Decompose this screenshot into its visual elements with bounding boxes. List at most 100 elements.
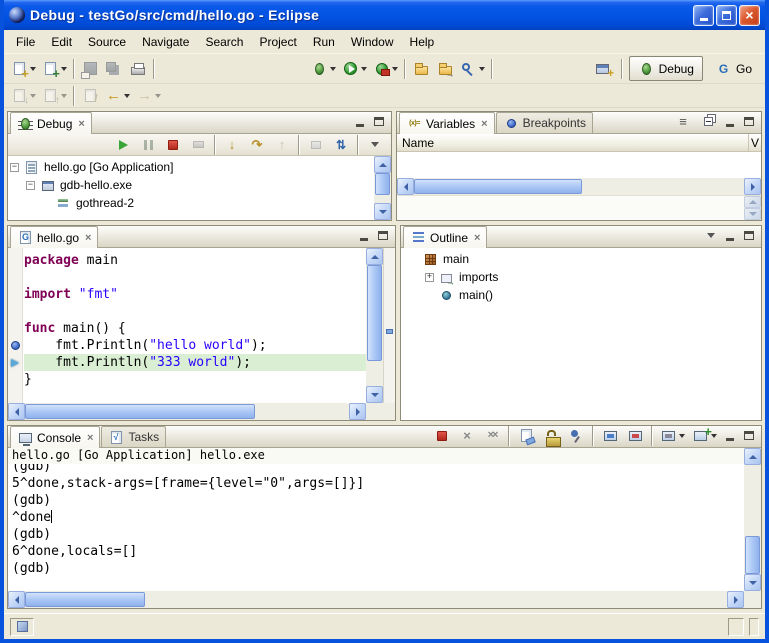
scroll-up-button[interactable] — [366, 248, 383, 265]
menu-search[interactable]: Search — [197, 32, 251, 52]
tree-item[interactable]: −hello.go [Go Application] — [8, 158, 374, 176]
minimize-view-button[interactable] — [351, 114, 369, 130]
import-button[interactable] — [409, 57, 433, 81]
dropdown-arrow-icon[interactable] — [30, 94, 36, 98]
dropdown-arrow-icon[interactable] — [61, 94, 67, 98]
menu-navigate[interactable]: Navigate — [134, 32, 197, 52]
step-into-button[interactable] — [220, 133, 244, 157]
scrollbar-thumb[interactable] — [25, 404, 255, 419]
variables-detail-pane[interactable] — [397, 195, 761, 220]
tab-breakpoints[interactable]: Breakpoints — [496, 112, 593, 133]
display-selected-console-button[interactable] — [657, 425, 688, 448]
scroll-right-button[interactable] — [727, 591, 744, 608]
detail-scrollbar[interactable] — [744, 196, 761, 220]
fast-view-pane[interactable] — [10, 618, 34, 636]
tree-item[interactable]: gothread-2 — [8, 194, 374, 212]
overview-ruler[interactable] — [383, 248, 395, 403]
terminate-button[interactable] — [430, 425, 454, 448]
print-button[interactable] — [126, 57, 150, 81]
perspective-button-go[interactable]: Go — [706, 56, 761, 81]
show-type-names-button[interactable] — [671, 111, 695, 134]
variables-tree-area[interactable] — [397, 152, 761, 178]
breakpoint-marker[interactable] — [386, 329, 393, 334]
close-icon[interactable]: × — [481, 118, 487, 130]
show-stderr-button[interactable] — [623, 425, 647, 448]
menu-project[interactable]: Project — [251, 32, 304, 52]
maximize-view-button[interactable] — [370, 114, 388, 130]
tree-item[interactable]: +imports — [407, 268, 761, 286]
view-menu-button[interactable] — [702, 228, 720, 244]
tree-item[interactable]: main — [407, 250, 761, 268]
tab-debug[interactable]: Debug × — [10, 112, 92, 134]
breakpoint-icon[interactable] — [11, 341, 20, 350]
scroll-down-button[interactable] — [374, 203, 391, 220]
dropdown-arrow-icon[interactable] — [330, 67, 336, 71]
maximize-view-button[interactable] — [740, 228, 758, 244]
tree-item[interactable]: main() — [407, 286, 761, 304]
close-icon[interactable]: × — [85, 232, 91, 244]
tree-item[interactable]: −gdb-hello.exe — [8, 176, 374, 194]
minimize-view-button[interactable] — [721, 114, 739, 130]
console-h-scrollbar[interactable] — [8, 591, 744, 608]
use-step-filters-button[interactable] — [329, 133, 353, 157]
pin-console-button[interactable] — [564, 425, 588, 448]
scroll-down-button[interactable] — [744, 208, 761, 220]
dropdown-arrow-icon[interactable] — [30, 67, 36, 71]
scroll-left-button[interactable] — [8, 403, 25, 420]
dropdown-arrow-icon[interactable] — [61, 67, 67, 71]
view-menu-button[interactable] — [363, 133, 387, 157]
remove-all-launches-button[interactable] — [480, 425, 504, 448]
collapse-icon[interactable]: − — [10, 163, 19, 172]
dropdown-arrow-icon[interactable] — [479, 67, 485, 71]
menu-help[interactable]: Help — [402, 32, 443, 52]
collapse-icon[interactable]: − — [26, 181, 35, 190]
open-console-button[interactable] — [689, 425, 720, 448]
dropdown-arrow-icon[interactable] — [124, 94, 130, 98]
export-button[interactable] — [433, 57, 457, 81]
console-output[interactable]: (gdb)5^done,stack-args=[frame={level="0"… — [8, 464, 744, 591]
tab-outline[interactable]: Outline × — [403, 226, 487, 248]
show-stdout-button[interactable] — [598, 425, 622, 448]
menu-window[interactable]: Window — [343, 32, 402, 52]
scroll-lock-button[interactable] — [539, 425, 563, 448]
debug-launch-tree[interactable]: −hello.go [Go Application]−gdb-hello.exe… — [8, 156, 374, 220]
scroll-left-button[interactable] — [8, 591, 25, 608]
external-tools-button[interactable] — [370, 57, 401, 81]
scrollbar-thumb[interactable] — [25, 592, 145, 607]
menu-run[interactable]: Run — [305, 32, 343, 52]
console-v-scrollbar[interactable] — [744, 448, 761, 591]
run-button[interactable] — [339, 57, 370, 81]
scroll-left-button[interactable] — [397, 178, 414, 195]
back-button[interactable] — [102, 84, 133, 108]
remove-launch-button[interactable] — [455, 425, 479, 448]
scroll-down-button[interactable] — [744, 574, 761, 591]
debug-button[interactable] — [308, 57, 339, 81]
scroll-down-button[interactable] — [366, 386, 383, 403]
minimize-view-button[interactable] — [721, 428, 739, 444]
editor-h-scrollbar[interactable] — [8, 403, 366, 420]
terminate-button[interactable] — [161, 133, 185, 157]
tab-console[interactable]: Console × — [10, 426, 100, 448]
menu-source[interactable]: Source — [80, 32, 134, 52]
open-perspective-button[interactable] — [591, 57, 615, 81]
collapse-all-button[interactable] — [696, 111, 720, 134]
menu-file[interactable]: File — [8, 32, 43, 52]
new-button[interactable] — [8, 57, 39, 81]
maximize-button[interactable] — [716, 5, 737, 26]
scroll-up-button[interactable] — [744, 196, 761, 208]
search-button[interactable] — [457, 57, 488, 81]
expand-icon[interactable]: + — [425, 273, 434, 282]
tab-variables[interactable]: Variables × — [399, 112, 495, 134]
minimize-button[interactable] — [693, 5, 714, 26]
scroll-up-button[interactable] — [374, 156, 391, 173]
close-icon[interactable]: × — [474, 232, 480, 244]
outline-tree[interactable]: main+importsmain() — [401, 248, 761, 420]
debug-tree-scrollbar[interactable] — [374, 156, 391, 220]
maximize-view-button[interactable] — [740, 428, 758, 444]
scroll-right-button[interactable] — [744, 178, 761, 195]
tab-tasks[interactable]: Tasks — [101, 426, 166, 447]
new-element-button[interactable] — [39, 57, 70, 81]
code-editor[interactable]: package main import "fmt" func main() { … — [24, 248, 366, 403]
editor-ruler[interactable] — [8, 248, 23, 403]
variables-column-header[interactable]: Name V — [397, 134, 761, 152]
